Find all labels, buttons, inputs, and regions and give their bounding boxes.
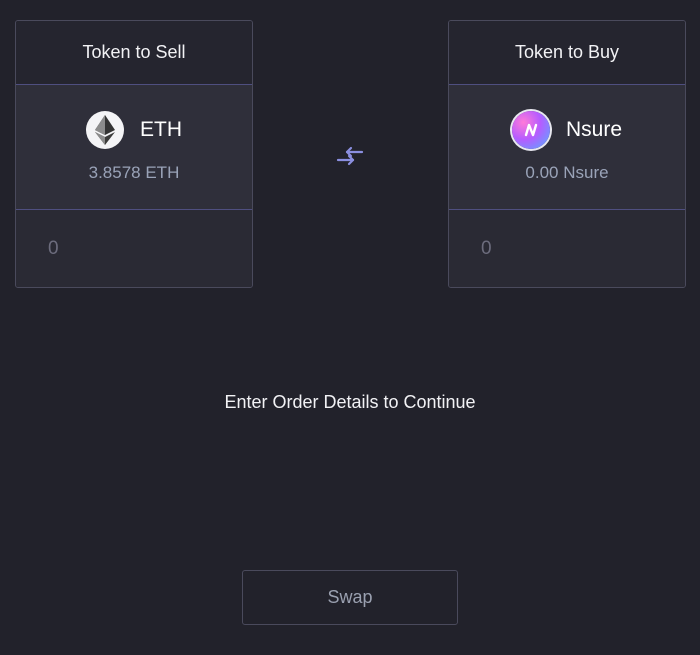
buy-card-title: Token to Buy (449, 21, 685, 85)
sell-token-card: Token to Sell ETH 3.8578 ETH (15, 20, 253, 288)
sell-token-balance: 3.8578 ETH (88, 163, 180, 182)
buy-token-balance: 0.00 Nsure (525, 163, 609, 182)
buy-amount-input[interactable] (479, 236, 653, 261)
sell-token-symbol: ETH (140, 118, 182, 141)
swap-button[interactable]: Swap (242, 570, 458, 625)
nsure-icon (511, 111, 550, 149)
buy-token-card: Token to Buy Nsure 0.00 Nsure (448, 20, 686, 288)
sell-card-title: Token to Sell (16, 21, 252, 85)
sell-amount-input[interactable] (46, 236, 220, 261)
sell-token-row: ETH (86, 111, 182, 149)
buy-token-selector[interactable]: Nsure 0.00 Nsure (449, 85, 685, 210)
buy-token-row: Nsure (511, 111, 623, 149)
sell-token-selector[interactable]: ETH 3.8578 ETH (16, 85, 252, 210)
ethereum-icon (86, 111, 124, 149)
buy-amount-area (449, 210, 685, 287)
buy-token-symbol: Nsure (565, 118, 623, 141)
order-status-message: Enter Order Details to Continue (224, 392, 476, 412)
sell-amount-area (16, 210, 252, 287)
swap-arrows-icon[interactable] (336, 145, 364, 167)
